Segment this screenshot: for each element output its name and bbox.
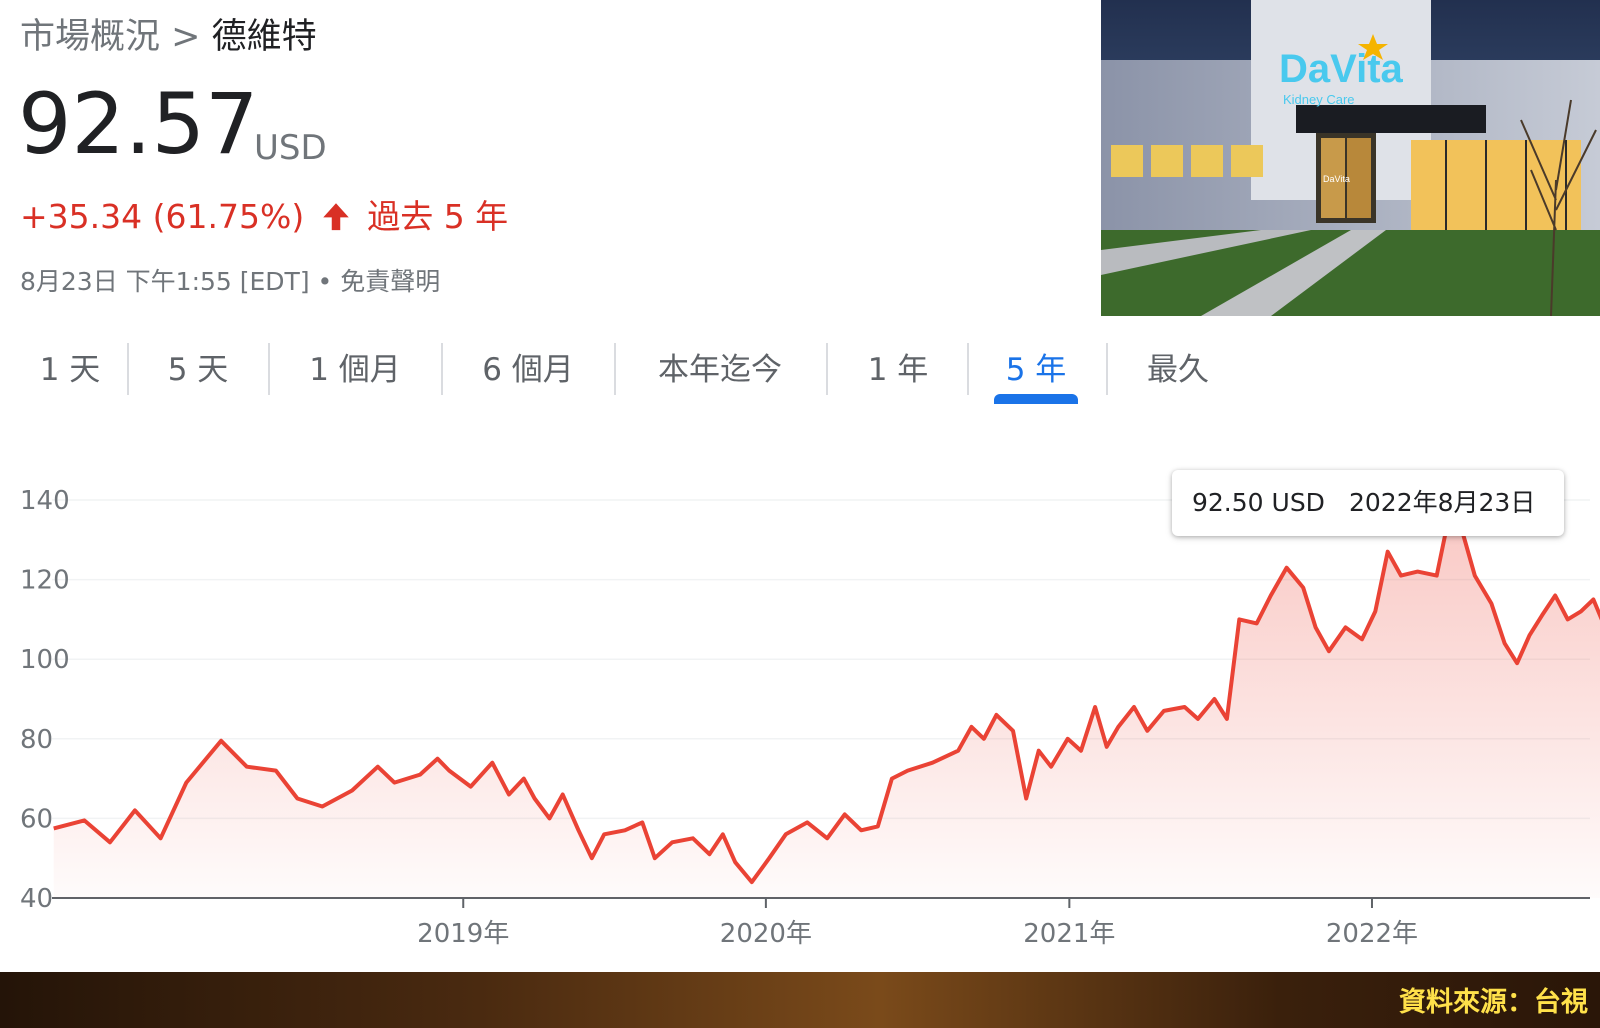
x-tick-label: 2019年 bbox=[417, 919, 509, 949]
tab-6-month[interactable]: 6 個月 bbox=[463, 340, 593, 400]
chart-tooltip: 92.50 USD 2022年8月23日 bbox=[1172, 470, 1564, 536]
tab-1-day[interactable]: 1 天 bbox=[20, 340, 120, 400]
y-tick-label: 60 bbox=[20, 804, 53, 834]
source-caption: 資料來源：台視 bbox=[1399, 987, 1588, 1018]
active-tab-indicator bbox=[994, 394, 1078, 404]
y-tick-label: 80 bbox=[20, 725, 53, 755]
company-photo[interactable]: DaVita Kidney Care DaVita bbox=[1101, 0, 1600, 316]
disclaimer-link[interactable]: 免責聲明 bbox=[340, 267, 440, 296]
bullet-separator: • bbox=[317, 267, 341, 296]
tooltip-date: 2022年8月23日 bbox=[1349, 488, 1536, 517]
price-change-value: +35.34 (61.75%) bbox=[20, 197, 305, 236]
davita-building-image: DaVita Kidney Care DaVita bbox=[1101, 0, 1600, 316]
tab-divider bbox=[268, 343, 270, 395]
tab-divider bbox=[441, 343, 443, 395]
tab-1-year[interactable]: 1 年 bbox=[848, 340, 948, 400]
breadcrumb-current: 德維特 bbox=[211, 17, 317, 57]
arrow-up-icon bbox=[322, 203, 349, 231]
price-change-period: 過去 5 年 bbox=[367, 197, 509, 236]
x-tick-label: 2022年 bbox=[1326, 919, 1418, 949]
tab-year-to-date[interactable]: 本年迄今 bbox=[640, 340, 800, 400]
y-tick-label: 120 bbox=[20, 566, 70, 596]
svg-text:Kidney Care: Kidney Care bbox=[1283, 92, 1355, 107]
y-tick-label: 140 bbox=[20, 486, 70, 516]
tab-max[interactable]: 最久 bbox=[1128, 340, 1228, 400]
quote-timestamp: 8月23日 下午1:55 [EDT] • 免責聲明 bbox=[20, 262, 440, 298]
breadcrumb-parent-link[interactable]: 市場概況 bbox=[20, 17, 160, 57]
breadcrumb: 市場概況 > 德維特 bbox=[20, 8, 317, 59]
price-area-fill bbox=[53, 527, 1600, 898]
tab-divider bbox=[967, 343, 969, 395]
y-tick-label: 40 bbox=[20, 884, 53, 914]
breadcrumb-separator: > bbox=[171, 17, 201, 57]
price-currency: USD bbox=[254, 128, 327, 168]
tab-divider bbox=[826, 343, 828, 395]
source-banner: 資料來源：台視 bbox=[0, 972, 1600, 1028]
timestamp-text: 8月23日 下午1:55 [EDT] bbox=[20, 267, 310, 296]
tab-divider bbox=[1106, 343, 1108, 395]
tooltip-price: 92.50 USD bbox=[1192, 488, 1325, 517]
svg-text:DaVita: DaVita bbox=[1279, 47, 1404, 91]
tab-divider bbox=[614, 343, 616, 395]
svg-text:DaVita: DaVita bbox=[1323, 174, 1350, 184]
x-tick-label: 2021年 bbox=[1023, 919, 1115, 949]
tab-5-year[interactable]: 5 年 bbox=[986, 340, 1086, 400]
price-change: +35.34 (61.75%) 過去 5 年 bbox=[20, 190, 508, 238]
tab-1-month[interactable]: 1 個月 bbox=[290, 340, 420, 400]
y-tick-label: 100 bbox=[20, 645, 70, 675]
stock-price: 92.57 bbox=[18, 75, 259, 173]
tab-divider bbox=[127, 343, 129, 395]
x-tick-label: 2020年 bbox=[720, 919, 812, 949]
tab-5-day[interactable]: 5 天 bbox=[148, 340, 248, 400]
